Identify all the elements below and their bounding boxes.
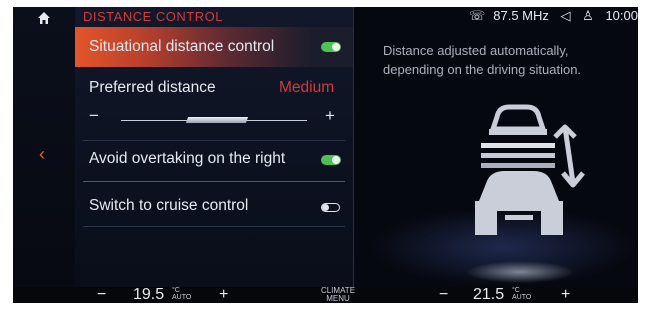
home-icon[interactable]: [37, 11, 51, 25]
volume-icon: ◁: [560, 8, 571, 23]
climate-bar: − 19.5 °C AUTO + CLIMATE MENU − 21.5 °C …: [13, 287, 638, 303]
climate-menu-label: MENU: [326, 294, 350, 303]
road-light: [465, 261, 575, 283]
menu-item-switch-to-cruise-control[interactable]: Switch to cruise control: [75, 7, 353, 226]
left-temp-value: 19.5: [133, 286, 165, 303]
left-temp-mode: AUTO: [172, 294, 192, 301]
info-line: Distance adjusted automatically,: [383, 43, 569, 58]
right-temp-plus-button[interactable]: +: [561, 287, 570, 303]
status-bar: ☏ 87.5 MHz ◁ ♙ 10:00: [469, 8, 638, 24]
toggle-off-icon[interactable]: [321, 203, 340, 212]
info-text: Distance adjusted automatically, dependi…: [383, 41, 633, 79]
distance-cars-icon: [475, 104, 585, 235]
radio-frequency: 87.5 MHz: [493, 8, 549, 23]
info-line: depending on the driving situation.: [383, 62, 582, 77]
clock: 10:00: [605, 8, 638, 23]
menu-item-label: Switch to cruise control: [89, 197, 249, 214]
right-temp-minus-button[interactable]: −: [439, 287, 448, 303]
idrive-screen: ‹ DISTANCE CONTROL Situational distance …: [13, 7, 638, 303]
right-temp-value: 21.5: [473, 286, 505, 303]
phone-icon: ☏: [469, 8, 486, 23]
climate-menu-button[interactable]: CLIMATE MENU: [316, 287, 360, 303]
divider: [83, 226, 345, 227]
user-icon: ♙: [582, 8, 594, 23]
right-temp-mode: AUTO: [512, 294, 532, 301]
left-temp-minus-button[interactable]: −: [97, 287, 106, 303]
settings-panel: DISTANCE CONTROL Situational distance co…: [75, 7, 354, 287]
back-arrow-icon[interactable]: ‹: [39, 145, 45, 163]
left-rail: ‹: [13, 7, 75, 287]
left-temp-plus-button[interactable]: +: [219, 287, 228, 303]
